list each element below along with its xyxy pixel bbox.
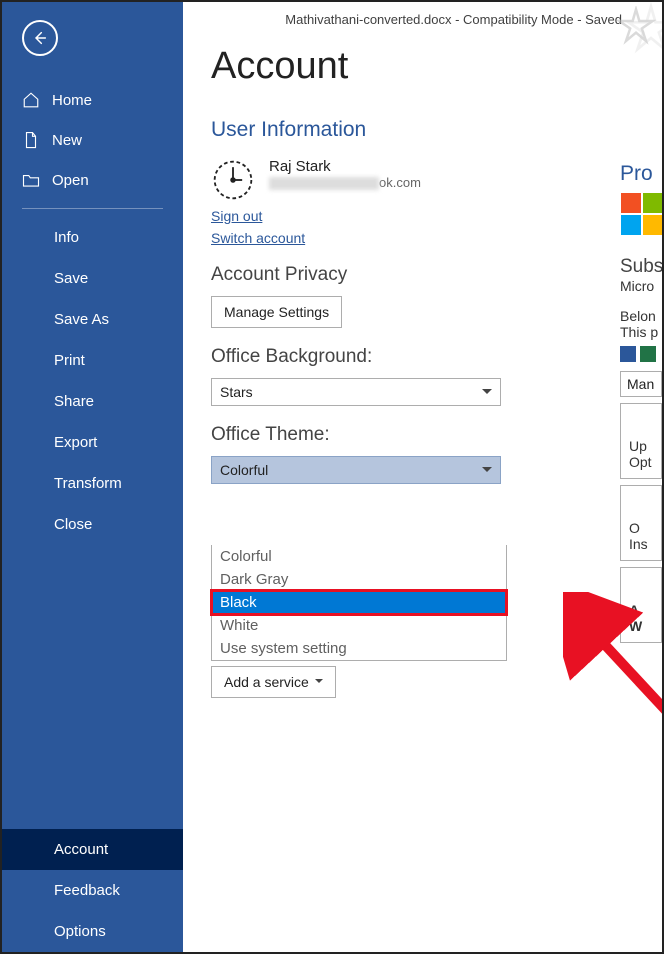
update-options-box-partial[interactable]: Up Opt	[620, 403, 662, 479]
sidebar-item-transform[interactable]: Transform	[2, 463, 183, 504]
back-button[interactable]	[22, 20, 58, 56]
document-icon	[22, 131, 40, 149]
sidebar-item-close[interactable]: Close	[2, 504, 183, 545]
email-redacted	[269, 177, 379, 190]
excel-icon	[640, 346, 656, 362]
add-a-service-button[interactable]: Add a service	[211, 666, 336, 698]
office-theme-dropdown: Colorful Dark Gray Black White Use syste…	[211, 545, 507, 661]
user-name: Raj Stark	[269, 158, 421, 175]
belongs-text-partial: Belon	[620, 308, 662, 324]
titlebar: Mathivathani-converted.docx - Compatibil…	[183, 2, 662, 27]
star-icon	[624, 2, 662, 56]
office-theme-heading: Office Theme:	[211, 424, 662, 446]
sidebar-label-home: Home	[52, 92, 92, 109]
office-background-value: Stars	[220, 384, 253, 400]
about-word-box-partial[interactable]: A W	[620, 567, 662, 643]
sidebar-item-account[interactable]: Account	[2, 829, 183, 870]
home-icon	[22, 91, 40, 109]
switch-account-link[interactable]: Switch account	[211, 230, 305, 246]
office-background-heading: Office Background:	[211, 346, 662, 368]
sidebar-item-open[interactable]: Open	[2, 160, 183, 200]
user-information-heading: User Information	[211, 118, 662, 142]
theme-option-black[interactable]: Black	[212, 591, 506, 614]
sidebar-item-save-as[interactable]: Save As	[2, 299, 183, 340]
sidebar-label-new: New	[52, 132, 82, 149]
theme-option-colorful[interactable]: Colorful	[212, 545, 506, 568]
sidebar-item-info[interactable]: Info	[2, 217, 183, 258]
subscription-text-partial: Micro	[620, 278, 662, 294]
sidebar-label-open: Open	[52, 172, 89, 189]
theme-option-system[interactable]: Use system setting	[212, 637, 506, 660]
manage-settings-button[interactable]: Manage Settings	[211, 296, 342, 328]
right-column-partial: Pro Subs Micro Belon This p Man Up Opt O	[620, 162, 662, 649]
sign-out-link[interactable]: Sign out	[211, 208, 262, 224]
folder-open-icon	[22, 171, 40, 189]
theme-option-white[interactable]: White	[212, 614, 506, 637]
office-background-select[interactable]: Stars	[211, 378, 501, 406]
chevron-down-icon	[482, 467, 492, 477]
subscription-heading-partial: Subs	[620, 256, 662, 278]
manage-account-button-partial[interactable]: Man	[620, 371, 662, 397]
page-title: Account	[211, 45, 662, 88]
sidebar-item-print[interactable]: Print	[2, 340, 183, 381]
sidebar-item-new[interactable]: New	[2, 120, 183, 160]
account-privacy-heading: Account Privacy	[211, 264, 662, 286]
arrow-left-icon	[32, 30, 48, 46]
office-theme-select[interactable]: Colorful	[211, 456, 501, 484]
sidebar-separator	[22, 208, 163, 209]
word-icon	[620, 346, 636, 362]
sidebar-item-share[interactable]: Share	[2, 381, 183, 422]
sidebar-item-save[interactable]: Save	[2, 258, 183, 299]
theme-option-dark-gray[interactable]: Dark Gray	[212, 568, 506, 591]
sidebar-item-home[interactable]: Home	[2, 80, 183, 120]
avatar	[211, 158, 255, 202]
product-heading-partial: Pro	[620, 162, 662, 186]
sidebar-item-feedback[interactable]: Feedback	[2, 870, 183, 911]
office-logo-tiles	[620, 192, 662, 236]
product-text-partial: This p	[620, 324, 662, 340]
user-email: ok.com	[269, 175, 421, 190]
chevron-down-icon	[482, 389, 492, 399]
sidebar-item-options[interactable]: Options	[2, 911, 183, 952]
office-insider-box-partial[interactable]: O Ins	[620, 485, 662, 561]
office-theme-value: Colorful	[220, 462, 268, 478]
sidebar-item-export[interactable]: Export	[2, 422, 183, 463]
